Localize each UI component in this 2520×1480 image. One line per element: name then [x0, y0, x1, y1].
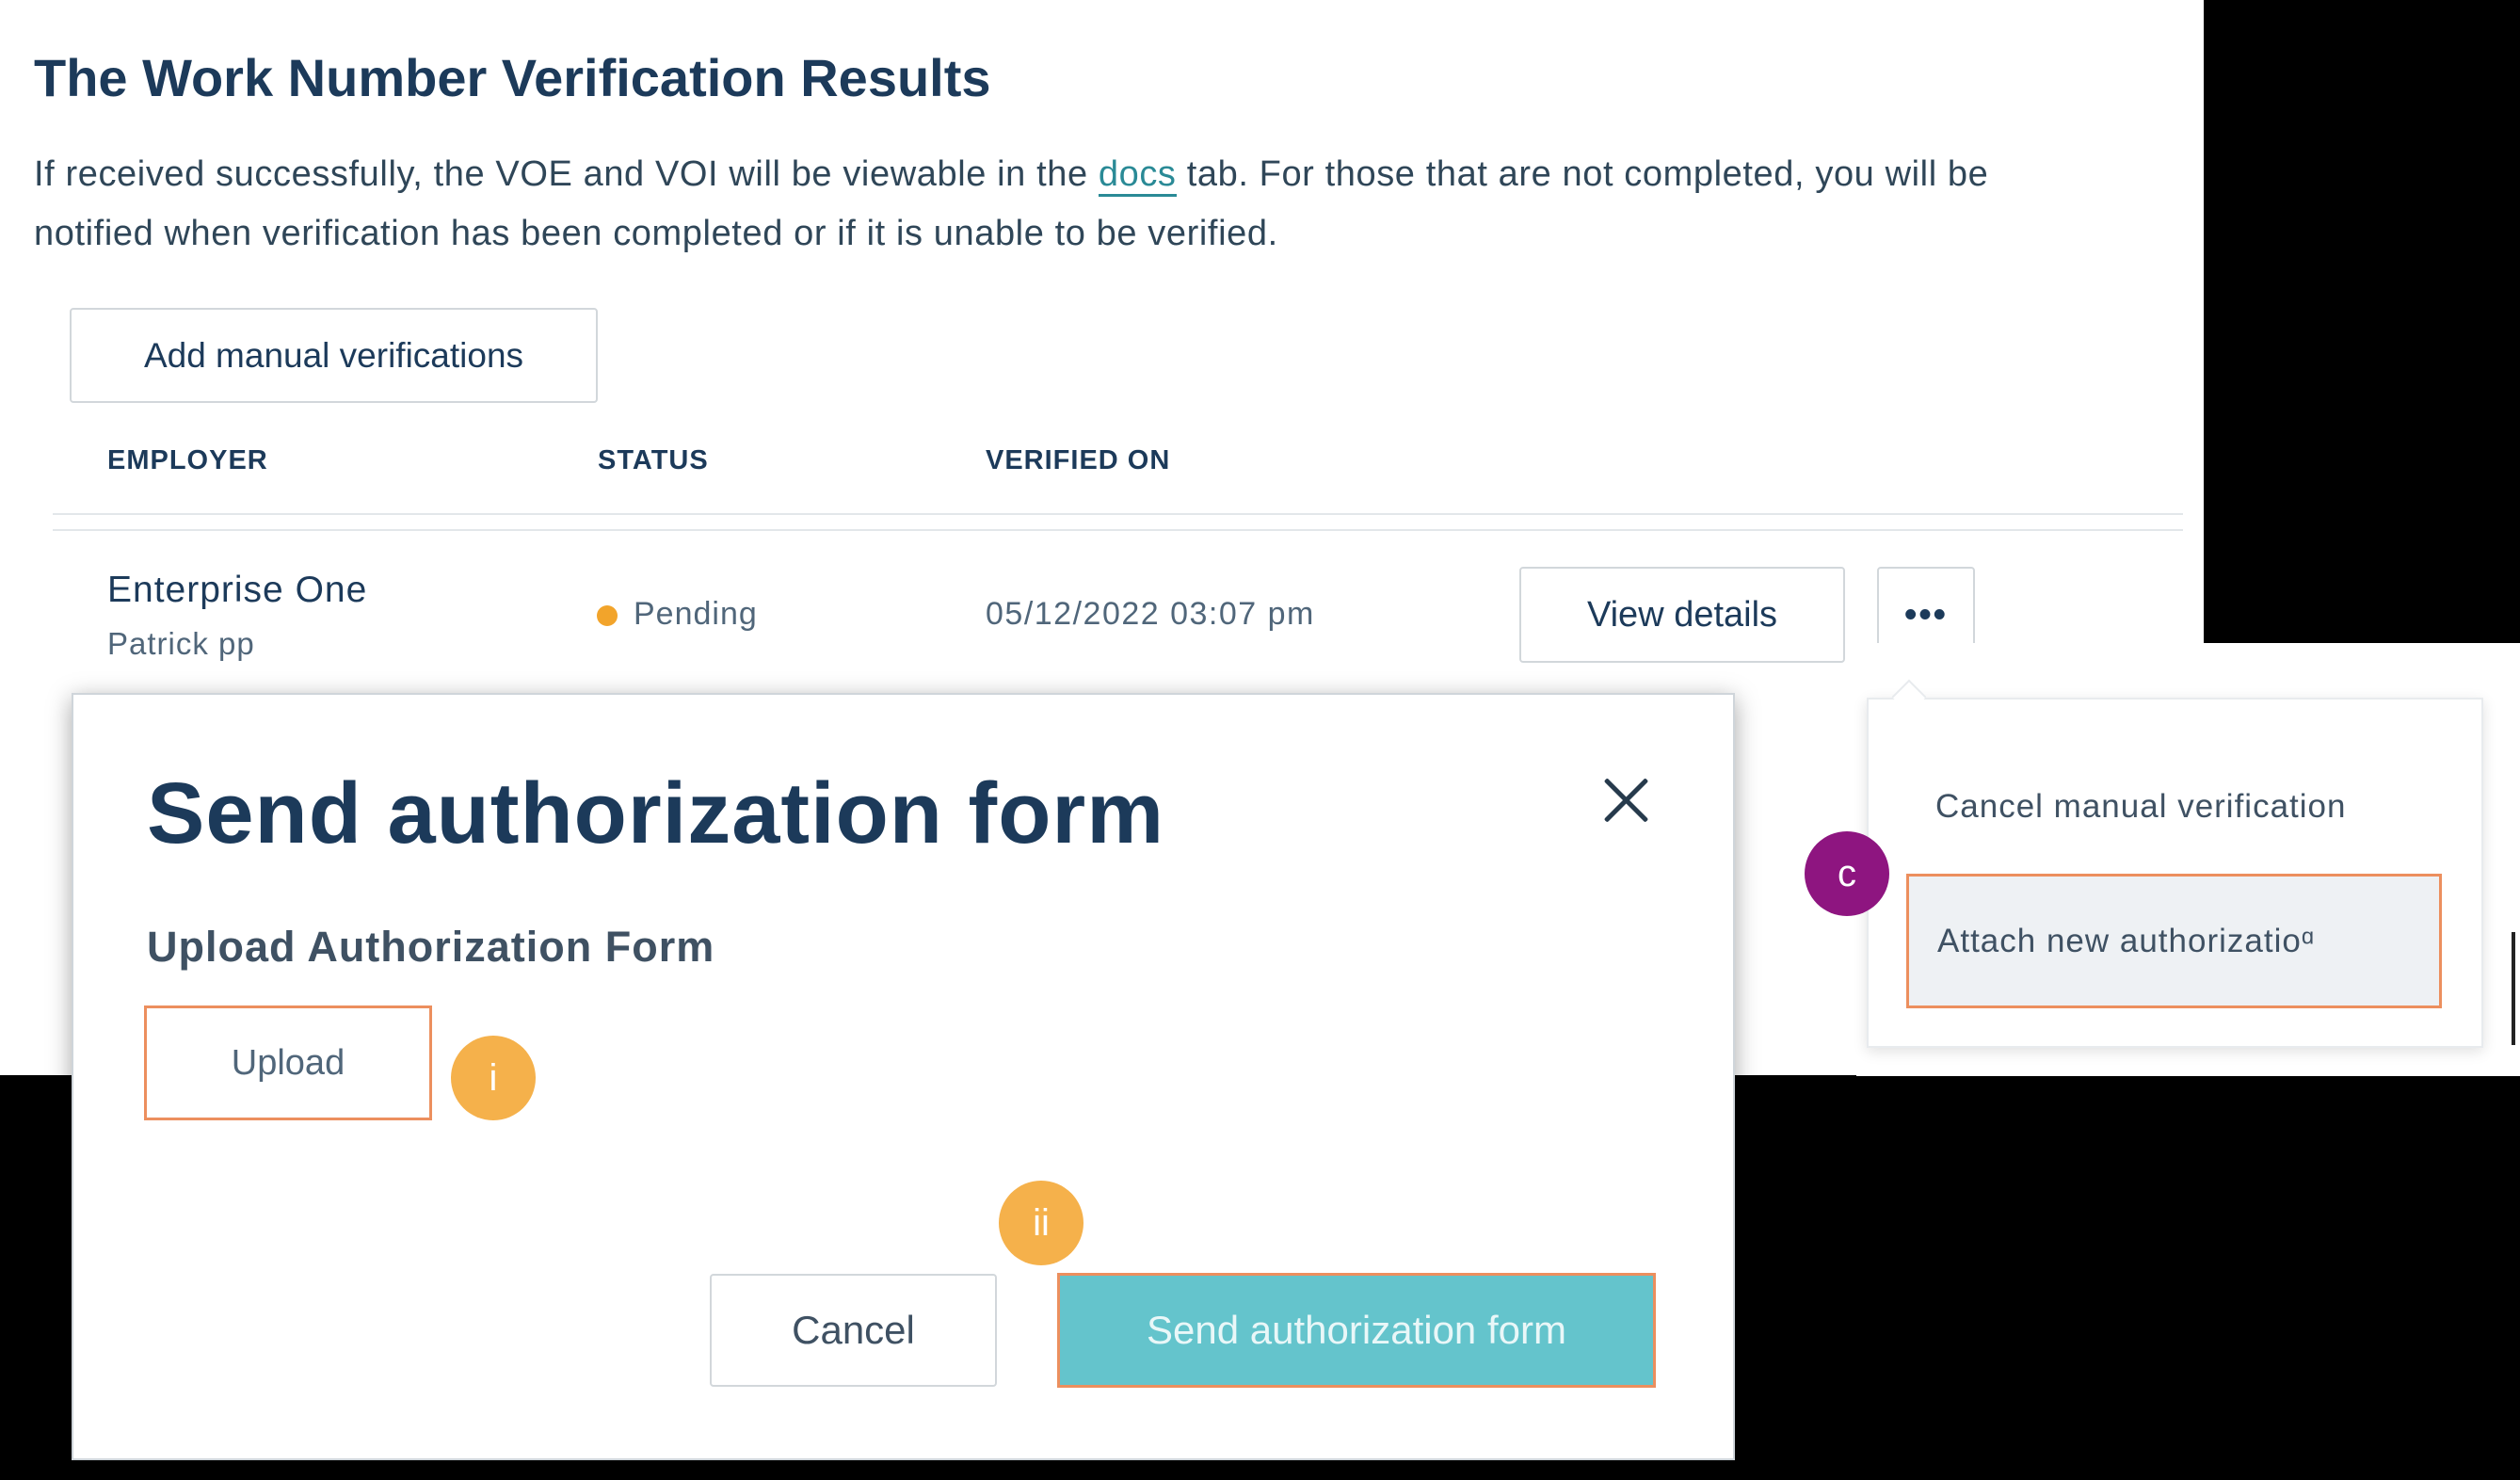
- table-divider: [53, 529, 2183, 531]
- cancel-button[interactable]: Cancel: [710, 1274, 997, 1387]
- upload-section-label: Upload Authorization Form: [147, 923, 715, 971]
- column-header-employer: EMPLOYER: [107, 445, 268, 475]
- upload-button[interactable]: Upload: [144, 1005, 432, 1120]
- send-authorization-form-button[interactable]: Send authorization form: [1057, 1273, 1656, 1388]
- view-details-button[interactable]: View details: [1519, 567, 1845, 663]
- step-badge-i: i: [451, 1036, 536, 1120]
- verified-on-date: 05/12/2022 03:07 pm: [986, 596, 1315, 632]
- menu-item-cancel-manual-verification[interactable]: Cancel manual verification: [1935, 788, 2346, 826]
- menu-item-label: Attach new authorizatioᵅ: [1937, 922, 2316, 959]
- edge-line: [2512, 932, 2515, 1045]
- intro-text-start: If received successfully, the VOE and VO…: [34, 154, 1099, 194]
- intro-text: If received successfully, the VOE and VO…: [34, 145, 2086, 264]
- status-dot-icon: [597, 605, 618, 626]
- employer-contact: Patrick pp: [107, 626, 255, 661]
- step-badge-ii: ii: [999, 1181, 1083, 1265]
- add-manual-verifications-button[interactable]: Add manual verifications: [70, 308, 598, 403]
- step-badge-c: c: [1805, 831, 1889, 916]
- column-header-status: STATUS: [598, 445, 709, 475]
- modal-title: Send authorization form: [147, 765, 1164, 861]
- column-header-verified-on: VERIFIED ON: [986, 445, 1171, 475]
- close-icon[interactable]: [1594, 767, 1660, 833]
- employer-name: Enterprise One: [107, 570, 368, 610]
- status-badge: Pending: [634, 596, 758, 632]
- menu-item-attach-new-authorization[interactable]: Attach new authorizatioᵅ: [1906, 874, 2442, 1008]
- docs-link[interactable]: docs: [1098, 154, 1177, 197]
- page-title: The Work Number Verification Results: [34, 48, 991, 107]
- table-divider: [53, 513, 2183, 515]
